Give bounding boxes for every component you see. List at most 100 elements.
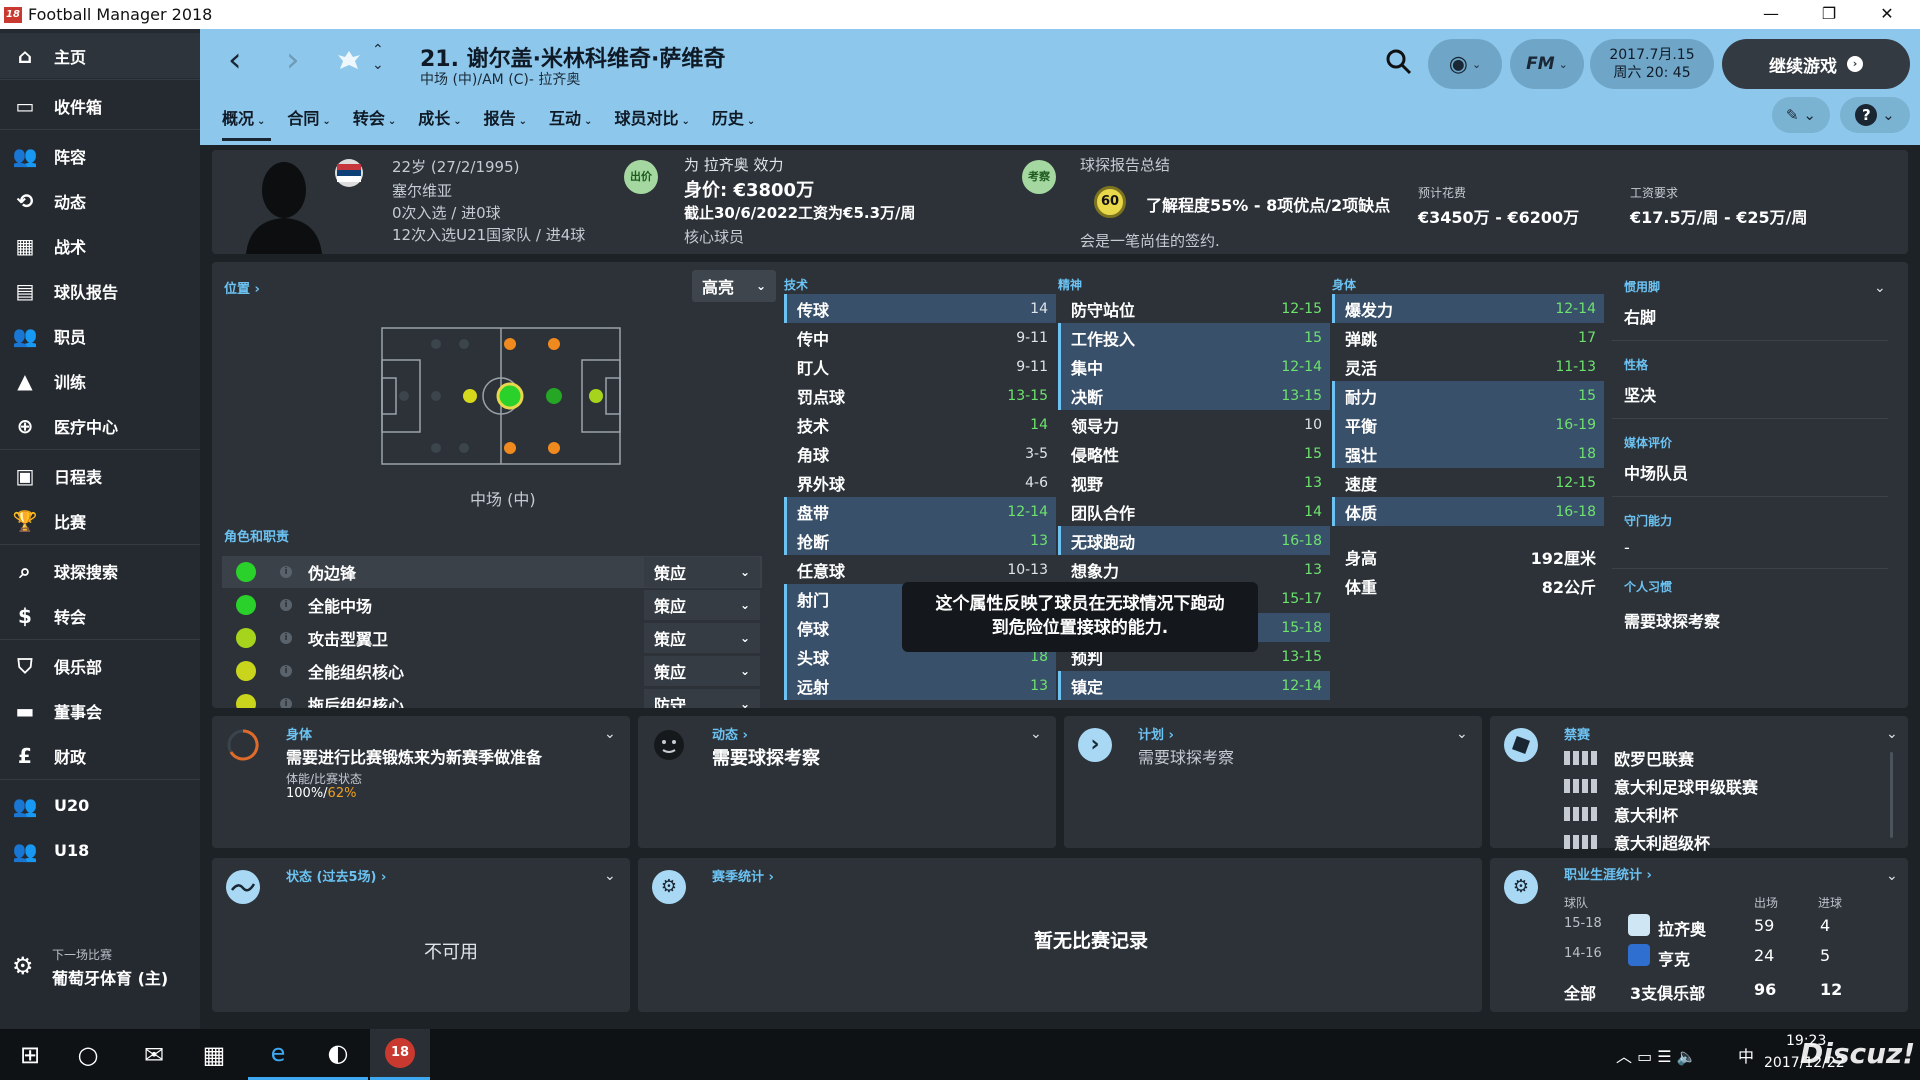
career-season: 15-18 bbox=[1564, 916, 1602, 931]
sidebar-item-finance[interactable]: £ 财政 bbox=[0, 733, 200, 778]
personality-value: 坚决 bbox=[1624, 386, 1657, 405]
next-match[interactable]: ⚙ 下一场比赛 葡萄牙体育 (主) bbox=[0, 934, 200, 1004]
mail-icon[interactable]: ✉ bbox=[124, 1029, 184, 1080]
role-row[interactable]: i 拖后组织核心 防守 ⌄ bbox=[222, 688, 762, 708]
edge-icon[interactable]: e bbox=[248, 1029, 308, 1080]
attribute-row[interactable]: 灵活 11-13 bbox=[1332, 352, 1604, 381]
scrollbar[interactable] bbox=[1890, 752, 1893, 838]
attribute-row[interactable]: 抢断 13 bbox=[784, 526, 1056, 555]
windows-start-icon[interactable]: ⊞ bbox=[0, 1029, 60, 1080]
ban-row: 欧罗巴联赛 bbox=[1564, 746, 1694, 770]
attribute-row[interactable]: 强壮 18 bbox=[1332, 439, 1604, 468]
duty-dropdown[interactable]: 策应 ⌄ bbox=[644, 656, 760, 686]
attribute-row[interactable]: 盯人 9-11 bbox=[784, 352, 1056, 381]
info-icon[interactable]: i bbox=[280, 665, 292, 677]
sidebar-item-u18[interactable]: 👥 U18 bbox=[0, 828, 200, 873]
attribute-row[interactable]: 领导力 10 bbox=[1058, 410, 1330, 439]
attribute-row[interactable]: 防守站位 12-15 bbox=[1058, 294, 1330, 323]
attribute-row[interactable]: 无球跑动 16-18 bbox=[1058, 526, 1330, 555]
bans-panel: 禁赛 欧罗巴联赛 意大利足球甲级联赛 意大利杯 意大利超级杯 ⌄ bbox=[1490, 716, 1908, 853]
attribute-row[interactable]: 耐力 15 bbox=[1332, 381, 1604, 410]
attribute-row[interactable]: 界外球 4-6 bbox=[784, 468, 1056, 497]
cortana-icon[interactable]: ○ bbox=[58, 1029, 118, 1080]
chevron-down-icon[interactable]: ⌄ bbox=[1886, 868, 1898, 884]
watermark: Discuz! bbox=[1800, 1037, 1916, 1070]
chevron-down-icon[interactable]: ⌄ bbox=[1456, 726, 1468, 742]
attribute-row[interactable]: 体质 16-18 bbox=[1332, 497, 1604, 526]
attribute-row[interactable]: 技术 14 bbox=[784, 410, 1056, 439]
chevron-down-icon[interactable]: ⌄ bbox=[604, 726, 616, 742]
attribute-row[interactable]: 侵略性 15 bbox=[1058, 439, 1330, 468]
role-row[interactable]: i 全能组织核心 策应 ⌄ bbox=[222, 655, 762, 687]
role-suitability-dot bbox=[236, 694, 256, 708]
collapse-chevron-icon[interactable]: ⌄ bbox=[1874, 280, 1886, 296]
physical-panel: 身体 需要进行比赛锻炼来为新赛季做准备 体能/比赛状态 100%/62% ⌄ bbox=[212, 716, 630, 848]
ban-bars-icon bbox=[1564, 807, 1598, 821]
attribute-row[interactable]: 任意球 10-13 bbox=[784, 555, 1056, 584]
physical-attributes: 身体 爆发力 12-14 弹跳 17 灵活 11-13 耐力 15 平衡 16-19 强壮 18 速度 12… bbox=[1332, 276, 1604, 600]
attribute-row[interactable]: 平衡 16-19 bbox=[1332, 410, 1604, 439]
media-label: 媒体评价 bbox=[1624, 436, 1673, 450]
ban-bars-icon bbox=[1564, 835, 1598, 849]
attribute-row[interactable]: 视野 13 bbox=[1058, 468, 1330, 497]
chevron-down-icon[interactable]: ⌄ bbox=[1886, 726, 1898, 742]
attribute-row[interactable]: 团队合作 14 bbox=[1058, 497, 1330, 526]
attribute-row[interactable]: 想象力 13 bbox=[1058, 555, 1330, 584]
role-row[interactable]: i 攻击型翼卫 策应 ⌄ bbox=[222, 622, 762, 654]
attribute-row[interactable]: 速度 12-15 bbox=[1332, 468, 1604, 497]
role-row[interactable]: i 全能中场 策应 ⌄ bbox=[222, 589, 762, 621]
attribute-row[interactable]: 罚点球 13-15 bbox=[784, 381, 1056, 410]
chevron-down-icon: ⌄ bbox=[739, 565, 750, 579]
ball-icon: ⚙ bbox=[652, 870, 686, 904]
ban-row: 意大利足球甲级联赛 bbox=[1564, 774, 1758, 798]
info-icon[interactable]: i bbox=[280, 632, 292, 644]
attribute-row[interactable]: 远射 13 bbox=[784, 671, 1056, 700]
form-wave-icon bbox=[226, 870, 260, 904]
ban-row: 意大利超级杯 bbox=[1564, 830, 1710, 854]
attribute-row[interactable]: 传球 14 bbox=[784, 294, 1056, 323]
foot-label: 惯用脚 bbox=[1624, 280, 1661, 294]
career-team[interactable]: 拉齐奥 bbox=[1658, 916, 1706, 940]
tray-icons[interactable]: ︿ ▭ ☰ 🔈 bbox=[1616, 1043, 1697, 1067]
gear-icon: ⚙ bbox=[12, 952, 34, 980]
attribute-row[interactable]: 集中 12-14 bbox=[1058, 352, 1330, 381]
duty-dropdown[interactable]: 策应 ⌄ bbox=[644, 590, 760, 620]
gk-value: - bbox=[1624, 538, 1630, 557]
sidebar-item-u20[interactable]: 👥 U20 bbox=[0, 783, 200, 828]
career-apps: 59 bbox=[1754, 916, 1775, 935]
info-icon[interactable]: i bbox=[280, 599, 292, 611]
attribute-row[interactable]: 传中 9-11 bbox=[784, 323, 1056, 352]
attribute-row[interactable]: 弹跳 17 bbox=[1332, 323, 1604, 352]
face-icon bbox=[654, 730, 684, 760]
attribute-row[interactable]: 镇定 12-14 bbox=[1058, 671, 1330, 700]
attribute-row[interactable]: 工作投入 15 bbox=[1058, 323, 1330, 352]
steam-icon[interactable]: ◐ bbox=[308, 1029, 368, 1080]
attribute-row[interactable]: 决断 13-15 bbox=[1058, 381, 1330, 410]
duty-dropdown[interactable]: 防守 ⌄ bbox=[644, 689, 760, 708]
ban-bars-icon bbox=[1564, 751, 1598, 765]
career-goals: 5 bbox=[1820, 946, 1831, 965]
duty-dropdown[interactable]: 策应 ⌄ bbox=[644, 557, 760, 587]
info-icon[interactable]: i bbox=[280, 698, 292, 708]
chevron-down-icon: ⌄ bbox=[739, 664, 750, 678]
attribute-row[interactable]: 盘带 12-14 bbox=[784, 497, 1056, 526]
chevron-down-icon[interactable]: ⌄ bbox=[1030, 726, 1042, 742]
role-suitability-dot bbox=[236, 595, 256, 615]
career-team[interactable]: 3支俱乐部 bbox=[1630, 980, 1705, 1004]
career-goals: 12 bbox=[1820, 980, 1843, 999]
attribute-row[interactable]: 爆发力 12-14 bbox=[1332, 294, 1604, 323]
duty-dropdown[interactable]: 策应 ⌄ bbox=[644, 623, 760, 653]
weight-row: 体重 82公斤 bbox=[1345, 577, 1596, 597]
career-team[interactable]: 亨克 bbox=[1658, 946, 1690, 970]
fm18-taskbar-icon[interactable]: 18 bbox=[370, 1029, 430, 1080]
ball-icon: ⚙ bbox=[1504, 870, 1538, 904]
attribute-row[interactable]: 角球 3-5 bbox=[784, 439, 1056, 468]
chevron-down-icon[interactable]: ⌄ bbox=[604, 868, 616, 884]
attribute-tooltip: 这个属性反映了球员在无球情况下跑动 到危险位置接球的能力. bbox=[902, 582, 1258, 652]
chevron-down-icon: ⌄ bbox=[739, 697, 750, 708]
personality-label: 性格 bbox=[1624, 358, 1649, 372]
store-icon[interactable]: ▦ bbox=[184, 1029, 244, 1080]
ime-indicator[interactable]: 中 bbox=[1738, 1043, 1754, 1067]
info-icon[interactable]: i bbox=[280, 566, 292, 578]
role-row[interactable]: i 伪边锋 策应 ⌄ bbox=[222, 556, 762, 588]
